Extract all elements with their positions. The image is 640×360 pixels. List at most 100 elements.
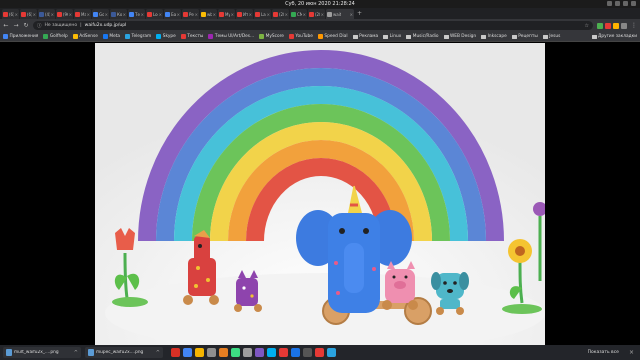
dock-app-icon[interactable]: [231, 348, 240, 357]
bookmark-item[interactable]: Music/Radio: [406, 34, 439, 39]
bookmark-item[interactable]: Skype: [156, 34, 176, 39]
extension-icon[interactable]: [613, 22, 619, 29]
download-item[interactable]: mult_waifu2x_....png ^: [3, 347, 81, 358]
bookmark-item[interactable]: AdSense: [72, 34, 98, 39]
browser-tab[interactable]: Goo×: [92, 9, 109, 19]
bookmark-item[interactable]: MyScore: [259, 34, 284, 39]
bookmark-item[interactable]: Jesus: [542, 34, 560, 39]
browser-tab[interactable]: Mail×: [74, 9, 91, 19]
bookmark-item[interactable]: Тексты: [180, 34, 203, 39]
system-top-bar: Суб, 20 июн 2020 21:28:24: [0, 0, 640, 8]
bookmark-item[interactable]: Меta: [102, 34, 120, 39]
bookmark-item[interactable]: YouTube: [288, 34, 313, 39]
close-tab-icon[interactable]: ×: [213, 12, 216, 17]
bookmark-item[interactable]: Рецепты: [511, 34, 538, 39]
dock-app-icon[interactable]: [279, 348, 288, 357]
close-tab-icon[interactable]: ×: [159, 12, 162, 17]
image-file-icon: [6, 349, 12, 356]
close-tab-icon[interactable]: ×: [285, 12, 288, 17]
dock-app-icon[interactable]: [291, 348, 300, 357]
bookmark-item[interactable]: Inkscape: [481, 34, 507, 39]
browser-tab[interactable]: Музі×: [218, 9, 235, 19]
menu-icon[interactable]: ⋮: [631, 22, 637, 29]
browser-tab[interactable]: Ресу×: [182, 9, 199, 19]
bookmark-label: AdSense: [79, 34, 98, 39]
close-tab-icon[interactable]: ×: [321, 12, 324, 17]
volume-icon[interactable]: [615, 1, 620, 6]
browser-tab[interactable]: (28)×: [272, 9, 289, 19]
browser-tab[interactable]: (6) I×: [20, 9, 37, 19]
url-text[interactable]: waifu2x.udp.jp/upl: [85, 23, 127, 28]
close-tab-icon[interactable]: ×: [105, 12, 108, 17]
info-icon[interactable]: ⓘ: [37, 23, 42, 29]
browser-tab[interactable]: wait ×: [326, 9, 354, 19]
profile-avatar[interactable]: [621, 22, 627, 29]
close-tab-icon[interactable]: ×: [33, 12, 36, 17]
bookmark-item[interactable]: Telegram: [125, 34, 151, 39]
close-tab-icon[interactable]: ×: [123, 12, 126, 17]
address-bar[interactable]: ⓘ Не защищено | waifu2x.udp.jp/upl ☆: [33, 21, 593, 30]
close-tab-icon[interactable]: ×: [195, 12, 198, 17]
power-icon[interactable]: [631, 1, 636, 6]
extension-icon[interactable]: [605, 22, 611, 29]
new-tab-button[interactable]: +: [355, 10, 364, 17]
chevron-up-icon[interactable]: ^: [156, 350, 160, 356]
bookmark-item[interactable]: Темы UI/Art/Des...: [208, 34, 254, 39]
browser-tab[interactable]: Конт×: [110, 9, 127, 19]
show-all-downloads-button[interactable]: Показать все: [582, 350, 625, 355]
bookmark-item[interactable]: Приложения: [3, 34, 38, 39]
dock-app-icon[interactable]: [171, 348, 180, 357]
browser-tab[interactable]: Базо×: [164, 9, 181, 19]
dock-app-icon[interactable]: [327, 348, 336, 357]
close-icon[interactable]: ×: [629, 349, 637, 356]
dock-app-icon[interactable]: [315, 348, 324, 357]
close-tab-icon[interactable]: ×: [141, 12, 144, 17]
dock-app-icon[interactable]: [219, 348, 228, 357]
download-item[interactable]: mupec_waifu2x....png ^: [85, 347, 163, 358]
close-tab-icon[interactable]: ×: [87, 12, 90, 17]
browser-tab[interactable]: wbp×: [200, 9, 217, 19]
close-tab-icon[interactable]: ×: [69, 12, 72, 17]
close-tab-icon[interactable]: ×: [177, 12, 180, 17]
dock-app-icon[interactable]: [207, 348, 216, 357]
reload-button[interactable]: ↻: [23, 22, 29, 29]
dock-app-icon[interactable]: [303, 348, 312, 357]
browser-tab[interactable]: Текс×: [128, 9, 145, 19]
extension-icon[interactable]: [597, 22, 603, 29]
browser-tab[interactable]: Logo×: [146, 9, 163, 19]
browser-tab[interactable]: (28)×: [308, 9, 325, 19]
browser-tab[interactable]: Итак×: [236, 9, 253, 19]
bookmark-item[interactable]: WEB Design: [443, 34, 476, 39]
close-tab-icon[interactable]: ×: [267, 12, 270, 17]
wifi-icon[interactable]: [607, 1, 612, 6]
dock-app-icon[interactable]: [255, 348, 264, 357]
tab-label: (28): [279, 11, 284, 17]
browser-tab[interactable]: (4) I×: [38, 9, 55, 19]
dock-app-icon[interactable]: [267, 348, 276, 357]
forward-button[interactable]: →: [13, 22, 19, 29]
bookmark-item[interactable]: Linux: [383, 34, 401, 39]
language-icon[interactable]: [623, 1, 628, 6]
bookmark-item[interactable]: Реклама: [352, 34, 379, 39]
bookmark-label: Реклама: [359, 34, 379, 39]
back-button[interactable]: ←: [3, 22, 9, 29]
browser-tab[interactable]: (96)×: [56, 9, 73, 19]
browser-tab[interactable]: Larn×: [254, 9, 271, 19]
chevron-up-icon[interactable]: ^: [74, 350, 78, 356]
browser-tab[interactable]: (6) In×: [2, 9, 19, 19]
bookmark-item[interactable]: Speed Dial: [317, 34, 348, 39]
dock-app-icon[interactable]: [243, 348, 252, 357]
other-bookmarks[interactable]: Другие закладки: [591, 34, 637, 39]
close-tab-icon[interactable]: ×: [51, 12, 54, 17]
dock-app-icon[interactable]: [195, 348, 204, 357]
close-tab-icon[interactable]: ×: [15, 12, 18, 17]
close-tab-icon[interactable]: ×: [249, 12, 252, 17]
dock-app-icon[interactable]: [183, 348, 192, 357]
folder-icon: [383, 34, 389, 39]
close-tab-icon[interactable]: ×: [303, 12, 306, 17]
close-tab-icon[interactable]: ×: [231, 12, 234, 17]
bookmark-star-icon[interactable]: ☆: [585, 23, 589, 29]
bookmark-item[interactable]: Golfhelp: [43, 34, 68, 39]
close-tab-icon[interactable]: ×: [350, 12, 353, 17]
browser-tab[interactable]: СМ ×: [290, 9, 307, 19]
